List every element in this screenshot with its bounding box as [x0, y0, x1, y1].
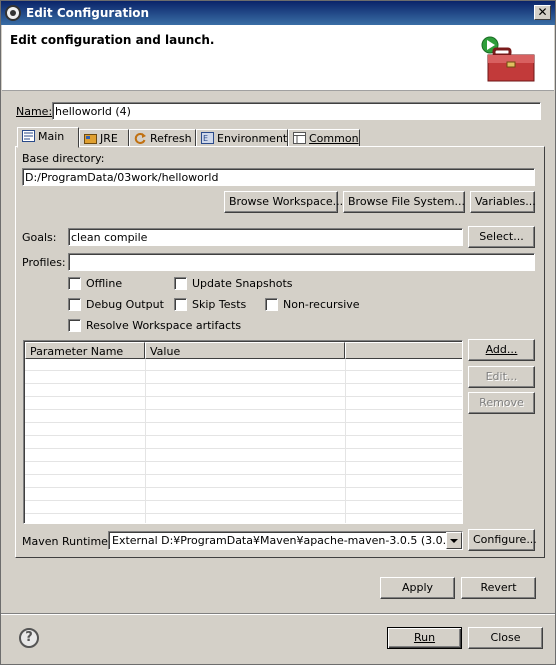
jre-icon: [84, 134, 97, 144]
tab-environment[interactable]: E Environment: [196, 129, 288, 147]
resolve-workspace-label: Resolve Workspace artifacts: [86, 319, 242, 332]
configure-button[interactable]: Configure...: [468, 529, 537, 551]
dialog-header: Edit configuration and launch.: [2, 25, 554, 91]
table-row[interactable]: [25, 489, 462, 501]
run-button[interactable]: Run: [387, 627, 462, 649]
table-row[interactable]: [25, 424, 462, 436]
eclipse-icon: [5, 5, 21, 21]
column-header-empty: [345, 342, 462, 359]
maven-runtime-label: Maven Runtime:: [22, 535, 112, 548]
update-snapshots-label: Update Snapshots: [192, 277, 293, 290]
header-heading: Edit configuration and launch.: [10, 33, 215, 47]
variables-button[interactable]: Variables...: [470, 191, 536, 213]
window-title: Edit Configuration: [26, 6, 150, 20]
add-parameter-button[interactable]: Add...: [468, 339, 535, 361]
table-row[interactable]: [25, 437, 462, 449]
table-row[interactable]: [25, 359, 462, 371]
name-field[interactable]: [52, 102, 541, 120]
offline-label: Offline: [86, 277, 123, 290]
footer-separator: [1, 613, 555, 615]
tab-refresh[interactable]: Refresh: [129, 129, 196, 147]
base-directory-label: Base directory:: [22, 152, 105, 165]
table-row[interactable]: [25, 502, 462, 514]
edit-configuration-dialog: Edit Configuration ✕ Edit configuration …: [0, 0, 556, 665]
svg-text:E: E: [203, 134, 208, 143]
profiles-field[interactable]: [68, 253, 535, 271]
maven-runtime-select[interactable]: External D:¥ProgramData¥Maven¥apache-mav…: [108, 531, 463, 550]
base-directory-field[interactable]: [22, 168, 535, 186]
debug-output-label: Debug Output: [86, 298, 164, 311]
tab-jre[interactable]: JRE: [79, 129, 129, 147]
help-icon[interactable]: ?: [19, 628, 39, 648]
apply-button[interactable]: Apply: [380, 577, 455, 599]
edit-parameter-button[interactable]: Edit...: [468, 366, 535, 388]
close-button[interactable]: Close: [468, 627, 543, 649]
revert-button[interactable]: Revert: [461, 577, 536, 599]
column-header-parameter-name[interactable]: Parameter Name: [25, 342, 145, 359]
browse-workspace-button[interactable]: Browse Workspace...: [224, 191, 343, 213]
select-goals-button[interactable]: Select...: [468, 226, 535, 248]
toolbox-run-icon: [481, 36, 535, 82]
goals-field[interactable]: [68, 228, 463, 246]
table-row[interactable]: [25, 450, 462, 462]
environment-icon: E: [201, 132, 214, 144]
table-row[interactable]: [25, 385, 462, 397]
non-recursive-checkbox[interactable]: [265, 298, 278, 311]
common-icon: [293, 132, 306, 144]
maven-runtime-value: External D:¥ProgramData¥Maven¥apache-mav…: [112, 534, 458, 547]
window-close-button[interactable]: ✕: [534, 5, 551, 20]
parameter-table[interactable]: Parameter Name Value: [23, 340, 463, 524]
column-header-value[interactable]: Value: [145, 342, 345, 359]
skip-tests-label: Skip Tests: [192, 298, 247, 311]
table-row[interactable]: [25, 398, 462, 410]
offline-checkbox[interactable]: [68, 277, 81, 290]
update-snapshots-checkbox[interactable]: [174, 277, 187, 290]
tab-common[interactable]: Common: [288, 129, 360, 147]
tab-main[interactable]: Main: [17, 127, 79, 148]
skip-tests-checkbox[interactable]: [174, 298, 187, 311]
main-tab-icon: [22, 130, 35, 142]
chevron-down-icon[interactable]: [446, 532, 462, 549]
resolve-workspace-checkbox[interactable]: [68, 319, 81, 332]
browse-file-system-button[interactable]: Browse File System...: [343, 191, 465, 213]
refresh-icon: [134, 133, 146, 144]
name-label: Name:: [16, 105, 53, 118]
non-recursive-label: Non-recursive: [283, 298, 360, 311]
table-row[interactable]: [25, 463, 462, 475]
table-row[interactable]: [25, 372, 462, 384]
goals-label: Goals:: [22, 231, 57, 244]
debug-output-checkbox[interactable]: [68, 298, 81, 311]
profiles-label: Profiles:: [22, 256, 66, 269]
table-row[interactable]: [25, 476, 462, 488]
remove-parameter-button[interactable]: Remove: [468, 392, 535, 414]
title-bar: Edit Configuration ✕: [1, 1, 555, 25]
table-row[interactable]: [25, 411, 462, 423]
